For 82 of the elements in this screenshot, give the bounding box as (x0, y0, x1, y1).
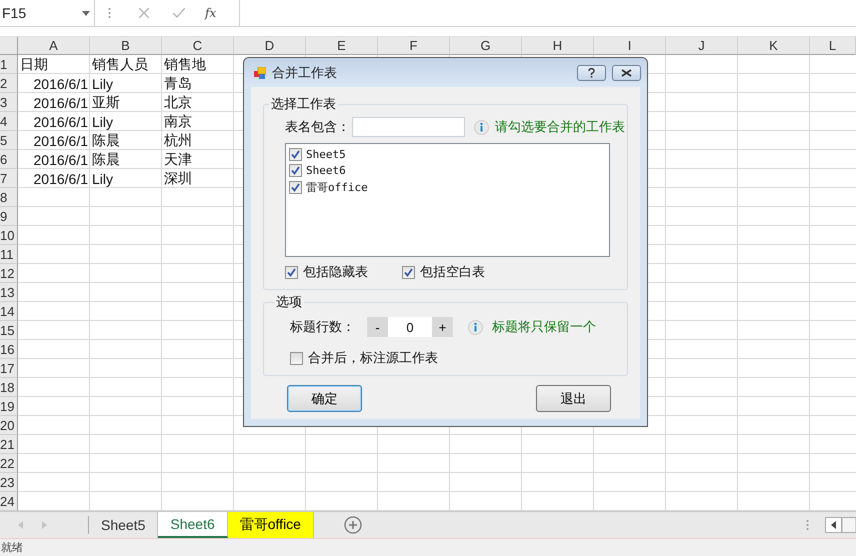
row-header[interactable]: 7 (0, 169, 18, 188)
exit-button[interactable]: 退出 (536, 385, 611, 412)
row-header[interactable]: 11 (0, 245, 18, 264)
field-label: 标题行数： (290, 318, 355, 336)
column-header[interactable]: L (810, 37, 856, 55)
table-cell-text: 2016/6/1 (32, 94, 89, 112)
hint-text: 请勾选要合并的工作表 (495, 118, 625, 136)
row-header[interactable]: 22 (0, 454, 18, 473)
column-header[interactable]: K (738, 37, 810, 55)
row-header[interactable]: 23 (0, 473, 18, 492)
row-header[interactable]: 5 (0, 131, 18, 150)
column-header[interactable]: A (18, 37, 90, 55)
table-cell-text: 销售人员 (91, 55, 149, 74)
hint-text: 标题将只保留一个 (492, 318, 596, 336)
row-header[interactable]: 10 (0, 226, 18, 245)
row-header[interactable]: 16 (0, 340, 18, 359)
row-header[interactable]: 8 (0, 188, 18, 207)
table-cell-text: 青岛 (163, 74, 193, 92)
sheet-tab[interactable]: 雷哥office (228, 512, 314, 538)
cell-reference: F15 (2, 5, 26, 21)
list-item-label: Sheet6 (306, 164, 346, 177)
table-cell-text: 2016/6/1 (32, 170, 89, 188)
table-cell-text: 销售地 (163, 55, 207, 74)
table-cell-text: Lily (91, 170, 114, 188)
column-header[interactable]: D (234, 37, 306, 55)
table-cell-text: 天津 (163, 150, 193, 168)
table-cell-text: 陈晨 (91, 131, 121, 150)
table-cell-text: 杭州 (163, 131, 193, 150)
window-title: 合并工作表 (272, 64, 338, 82)
row-header[interactable]: 2 (0, 74, 18, 93)
column-header[interactable]: F (378, 37, 450, 55)
table-cell-text: 日期 (19, 55, 49, 74)
row-header[interactable]: 9 (0, 207, 18, 226)
column-header[interactable]: G (450, 37, 522, 55)
number-field[interactable]: 0 (388, 317, 432, 337)
table-cell-text: 2016/6/1 (32, 150, 89, 169)
decrement-button[interactable]: - (367, 317, 388, 337)
table-cell-text: 深圳 (163, 169, 193, 188)
table-cell-text: 2016/6/1 (32, 112, 89, 131)
row-header[interactable]: 12 (0, 264, 18, 283)
status-text: 就绪 (1, 541, 23, 555)
row-header[interactable]: 3 (0, 93, 18, 112)
row-header[interactable]: 24 (0, 492, 18, 511)
column-header[interactable]: I (594, 37, 666, 55)
column-header[interactable]: E (306, 37, 378, 55)
checkbox-label: 包括隐藏表 (303, 263, 368, 281)
insert-function-button[interactable]: fx (205, 6, 216, 20)
group-title: 选项 (275, 293, 303, 311)
table-cell-text: 2016/6/1 (32, 74, 89, 93)
row-header[interactable]: 4 (0, 112, 18, 131)
table-cell-text: 北京 (163, 93, 193, 112)
table-cell-text: 南京 (163, 112, 193, 130)
row-header[interactable]: 13 (0, 283, 18, 302)
sheet-tab[interactable]: Sheet6 (158, 512, 228, 538)
row-header[interactable]: 19 (0, 397, 18, 416)
sheet-list[interactable]: Sheet5 Sheet6 雷哥office (285, 143, 610, 257)
list-item-label: 雷哥office (306, 180, 368, 195)
table-cell-text: 2016/6/1 (32, 132, 89, 150)
row-header[interactable]: 17 (0, 359, 18, 378)
table-cell-text: 亚斯 (91, 93, 121, 112)
checkbox-label: 包括空白表 (420, 263, 485, 281)
row-header[interactable]: 1 (0, 55, 18, 74)
name-box[interactable]: F15 (0, 0, 95, 26)
column-header[interactable]: B (90, 37, 162, 55)
group-title: 选择工作表 (270, 95, 337, 113)
column-header[interactable]: J (666, 37, 738, 55)
row-header[interactable]: 15 (0, 321, 18, 340)
row-header[interactable]: 6 (0, 150, 18, 169)
table-cell-text: Lily (91, 112, 114, 131)
row-header[interactable]: 18 (0, 378, 18, 397)
column-header[interactable]: H (522, 37, 594, 55)
table-cell-text: Lily (91, 74, 114, 93)
list-item-label: Sheet5 (306, 148, 346, 161)
ok-button[interactable]: 确定 (287, 385, 362, 412)
increment-button[interactable]: + (432, 317, 453, 337)
checkbox-label: 合并后，标注源工作表 (308, 349, 438, 367)
field-label: 表名包含： (285, 118, 350, 136)
row-header[interactable]: 14 (0, 302, 18, 321)
row-header[interactable]: 20 (0, 416, 18, 435)
column-header[interactable]: C (162, 37, 234, 55)
row-header[interactable]: 21 (0, 435, 18, 454)
table-cell-text: 陈晨 (91, 150, 121, 168)
